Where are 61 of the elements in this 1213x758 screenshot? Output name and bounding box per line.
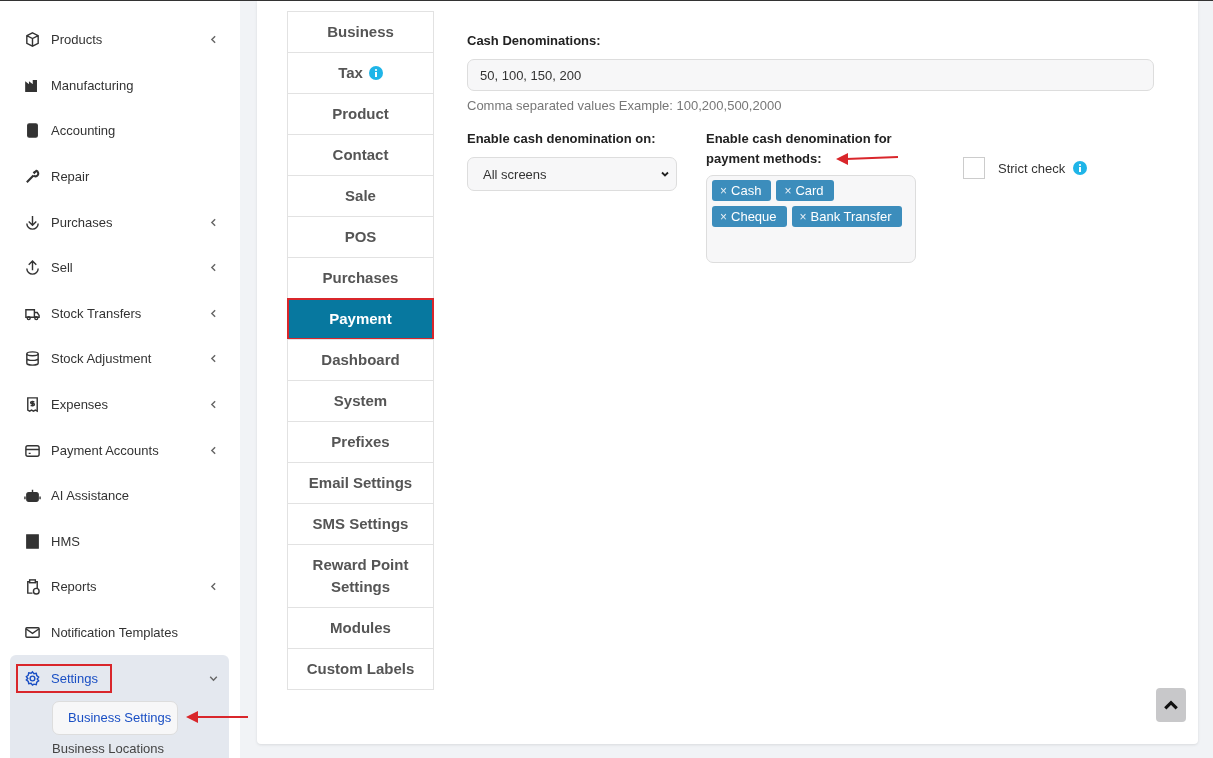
menu-icon [24, 168, 41, 186]
sidebar-item[interactable]: Sell [10, 244, 229, 291]
input-field[interactable]: 50, 100, 150, 200 [467, 59, 1154, 91]
chevron-down-icon [660, 169, 670, 179]
menu-icon [24, 669, 41, 687]
field-label: Enable cash denomination on: [467, 130, 657, 148]
menu-icon [24, 624, 41, 641]
checkbox[interactable] [963, 157, 985, 179]
sidebar-item[interactable]: Purchases [10, 199, 229, 245]
settings-tab[interactable]: Sale [287, 175, 434, 217]
scroll-to-top-button[interactable] [1156, 688, 1186, 722]
settings-tab[interactable]: Purchases [287, 257, 434, 299]
menu-icon [24, 487, 41, 505]
settings-tab[interactable]: Modules [287, 607, 434, 649]
settings-tab[interactable]: Email Settings [287, 462, 434, 504]
settings-tab[interactable]: Business [287, 11, 434, 53]
field-label: Enable cash denomination for payment methods: [706, 130, 893, 168]
settings-tab[interactable]: SMS Settings [287, 503, 434, 545]
sidebar-item[interactable]: Expenses [10, 381, 229, 428]
settings-tab[interactable]: Payment [287, 298, 434, 340]
settings-tab[interactable]: Custom Labels [287, 648, 434, 690]
sidebar-item[interactable]: Repair [10, 153, 229, 200]
tag: × Bank Transfer [791, 206, 902, 227]
settings-tab[interactable]: Dashboard [287, 339, 434, 381]
settings-tab[interactable]: POS [287, 216, 434, 258]
help-text: Comma separated values Example: 100,200,500,2000 [467, 98, 783, 113]
sidebar-item[interactable]: Stock Transfers [10, 290, 229, 337]
sidebar-item[interactable]: Payment Accounts [10, 427, 229, 473]
tag: × Cash [712, 180, 772, 201]
field-label: Cash Denominations: [467, 32, 602, 50]
sidebar-item[interactable]: Manufacturing [10, 62, 229, 109]
sidebar-item[interactable]: Reports [10, 564, 229, 610]
tag: × Cheque [712, 206, 787, 227]
settings-tab[interactable]: Tax [287, 52, 434, 94]
menu-icon [24, 578, 41, 596]
settings-tab[interactable]: System [287, 380, 434, 422]
sidebar-item[interactable]: Notification Templates [10, 609, 229, 656]
submenu-item[interactable]: Business Settings [52, 700, 179, 735]
sidebar-item[interactable]: Settings [10, 655, 229, 701]
menu-icon [24, 350, 41, 368]
settings-tab[interactable]: Product [287, 93, 434, 135]
menu-icon [24, 396, 41, 414]
sidebar-item[interactable]: AI Assistance [10, 472, 229, 519]
settings-tab[interactable]: Reward Point Settings [287, 544, 434, 608]
sidebar-item[interactable]: Stock Adjustment [10, 336, 229, 382]
checkbox-label: Strict check [998, 160, 1066, 176]
settings-tab[interactable]: Prefixes [287, 421, 434, 463]
sidebar-item[interactable]: Products [10, 17, 229, 63]
menu-icon [24, 122, 41, 140]
menu-icon [24, 31, 41, 49]
menu-icon [24, 532, 41, 550]
sidebar-item[interactable]: Accounting [10, 108, 229, 154]
menu-icon [24, 259, 41, 277]
info-icon [1073, 161, 1088, 175]
sidebar-item[interactable]: HMS [10, 518, 229, 565]
submenu-item[interactable]: Business Locations [52, 741, 164, 757]
menu-icon [24, 213, 41, 231]
settings-tab[interactable]: Contact [287, 134, 434, 176]
select-field[interactable]: All screens [467, 157, 677, 191]
chevron-up-icon [1163, 699, 1179, 711]
tag: × Card [776, 180, 834, 201]
